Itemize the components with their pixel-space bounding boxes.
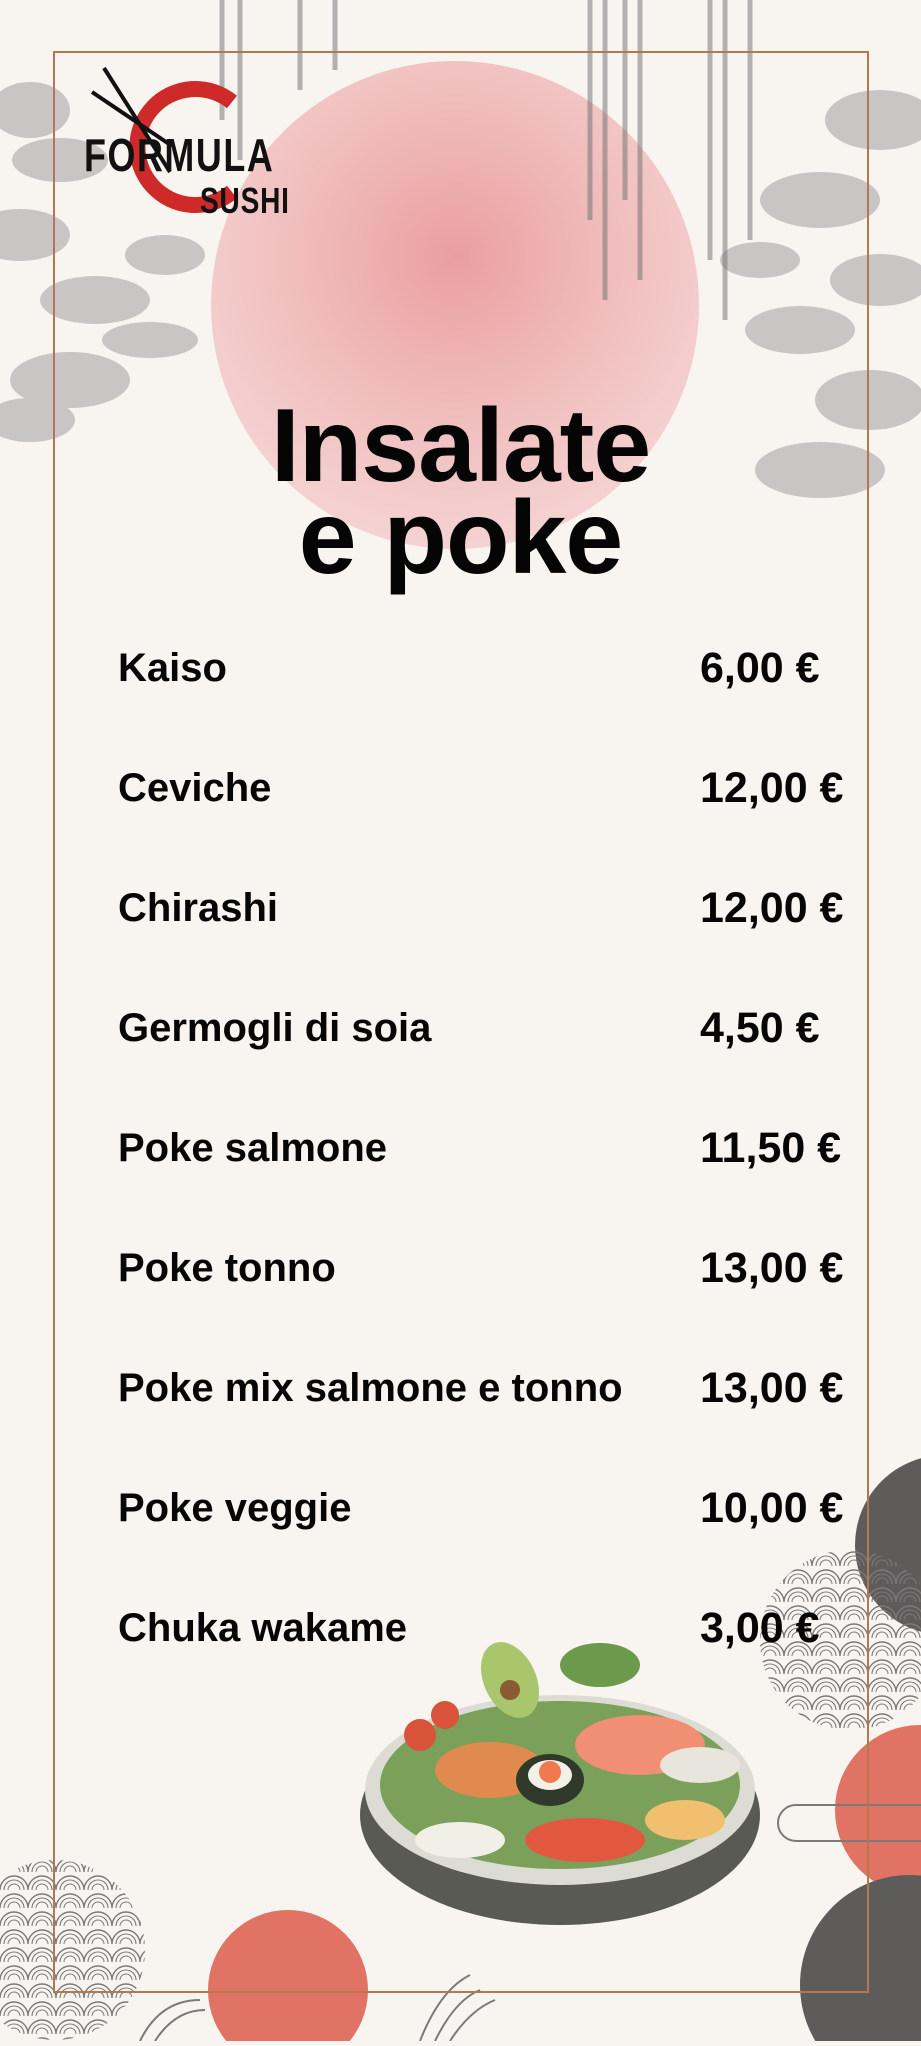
- logo-sub-text: SUSHI: [200, 180, 290, 221]
- item-name: Poke salmone: [118, 1126, 388, 1170]
- menu-item: Chuka wakame 3,00 €: [118, 1600, 878, 1720]
- menu-item: Germogli di soia 4,50 €: [118, 1000, 878, 1120]
- menu-list: Kaiso 6,00 € Ceviche 12,00 € Chirashi 12…: [118, 640, 878, 1720]
- item-price: 12,00 €: [700, 764, 844, 812]
- item-name: Chuka wakame: [118, 1606, 408, 1650]
- menu-item: Ceviche 12,00 €: [118, 760, 878, 880]
- menu-item: Poke veggie 10,00 €: [118, 1480, 878, 1600]
- item-price: 10,00 €: [700, 1484, 844, 1532]
- menu-item: Chirashi 12,00 €: [118, 880, 878, 1000]
- page-title: Insalate e poke: [0, 388, 921, 596]
- item-name: Poke mix salmone e tonno: [118, 1366, 623, 1410]
- logo-main-text: FORMULA: [84, 129, 275, 181]
- menu-item: Kaiso 6,00 €: [118, 640, 878, 760]
- item-price: 13,00 €: [700, 1364, 844, 1412]
- item-price: 3,00 €: [700, 1604, 820, 1652]
- menu-item: Poke mix salmone e tonno 13,00 €: [118, 1360, 878, 1480]
- item-price: 13,00 €: [700, 1244, 844, 1292]
- item-name: Poke tonno: [118, 1246, 336, 1290]
- item-name: Poke veggie: [118, 1486, 352, 1530]
- menu-item: Poke tonno 13,00 €: [118, 1240, 878, 1360]
- item-name: Ceviche: [118, 766, 272, 810]
- item-price: 6,00 €: [700, 644, 820, 692]
- item-price: 4,50 €: [700, 1004, 820, 1052]
- title-line-2: e poke: [298, 480, 623, 596]
- item-price: 11,50 €: [700, 1124, 842, 1172]
- item-name: Kaiso: [118, 646, 227, 690]
- item-name: Germogli di soia: [118, 1006, 432, 1050]
- item-price: 12,00 €: [700, 884, 844, 932]
- item-name: Chirashi: [118, 886, 279, 930]
- menu-item: Poke salmone 11,50 €: [118, 1120, 878, 1240]
- formula-sushi-logo: FORMULA SUSHI: [82, 62, 302, 232]
- title-line-1: Insalate: [270, 388, 651, 504]
